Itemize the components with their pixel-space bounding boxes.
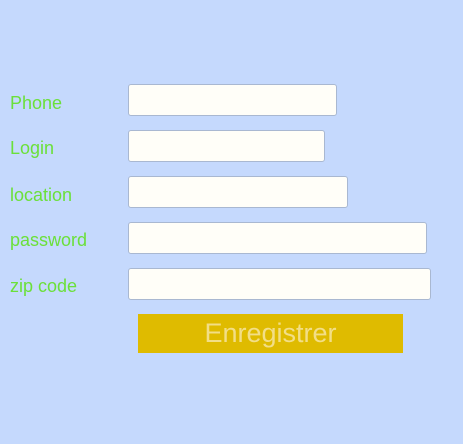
phone-input[interactable] bbox=[128, 84, 337, 116]
login-label: Login bbox=[10, 138, 55, 158]
password-label: password bbox=[10, 230, 88, 250]
location-input[interactable] bbox=[128, 176, 348, 208]
password-input[interactable] bbox=[128, 222, 427, 254]
login-input[interactable] bbox=[128, 130, 325, 162]
register-button[interactable]: Enregistrer bbox=[138, 314, 403, 353]
zip-code-input[interactable] bbox=[128, 268, 431, 300]
phone-label: Phone bbox=[10, 93, 63, 113]
zip-code-label: zip code bbox=[10, 276, 78, 296]
location-label: location bbox=[10, 185, 73, 205]
